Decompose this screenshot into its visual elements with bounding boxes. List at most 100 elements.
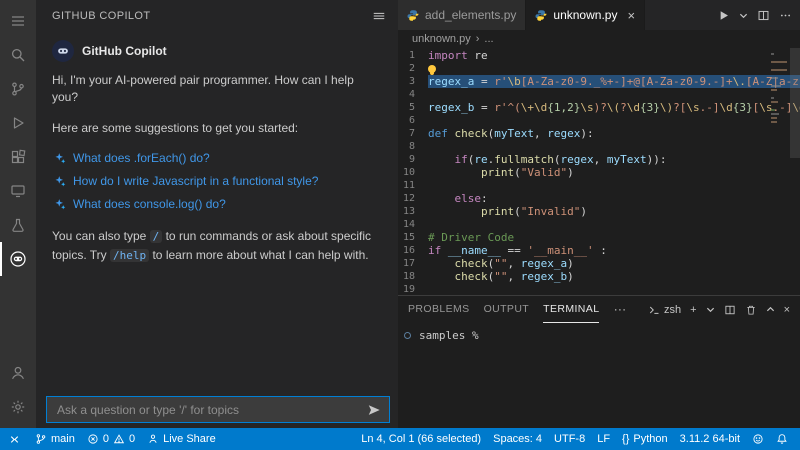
code-line[interactable]: 3 regex_a = r'\b[A-Za-z0-9._%+-]+@[A-Za-z… <box>398 75 800 88</box>
copilot-icon[interactable] <box>0 242 36 276</box>
tab-unknown[interactable]: unknown.py × <box>526 0 646 30</box>
line-content: regex_b = r'^(\+\d{1,2}\s)?\(?\d{3}\)?[\… <box>428 101 800 114</box>
more-actions-icon[interactable] <box>779 9 792 22</box>
command-decoration-icon <box>404 332 411 339</box>
breadcrumb-more[interactable]: ... <box>484 33 493 45</box>
code-line[interactable]: 12 else: <box>398 192 800 205</box>
panel-more-tabs-icon[interactable]: ⋯ <box>613 302 626 318</box>
tab-label: add_elements.py <box>425 8 517 22</box>
suggestion-functional-js[interactable]: How do I write Javascript in a functiona… <box>54 174 382 188</box>
line-number: 19 <box>402 284 415 295</box>
python-interpreter[interactable]: 3.11.2 64-bit <box>674 428 746 450</box>
settings-gear-icon[interactable] <box>0 390 36 424</box>
code-line[interactable]: 14 <box>398 218 800 231</box>
remote-window-icon[interactable] <box>0 428 29 450</box>
code-line[interactable]: 15 # Driver Code <box>398 231 800 244</box>
chat-footer: You can also type / to run commands or a… <box>52 227 382 265</box>
close-panel-icon[interactable]: × <box>784 304 790 316</box>
code-line[interactable]: 16 if __name__ == '__main__' : <box>398 244 800 257</box>
line-content: if __name__ == '__main__' : <box>428 244 607 257</box>
editor-group: add_elements.py unknown.py × unknown.py … <box>398 0 800 428</box>
slash-command: / <box>149 230 163 243</box>
line-content: check("", regex_a) <box>454 257 574 270</box>
tab-output[interactable]: OUTPUT <box>484 296 530 323</box>
remote-explorer-icon[interactable] <box>0 174 36 208</box>
line-number: 6 <box>408 115 415 126</box>
minimap[interactable] <box>771 51 788 129</box>
line-number: 15 <box>402 232 415 243</box>
code-line[interactable]: 5 regex_b = r'^(\+\d{1,2}\s)?\(?\d{3}\)?[… <box>398 101 800 114</box>
chat-input[interactable] <box>55 401 361 418</box>
code-line[interactable]: 4 <box>398 88 800 101</box>
line-number: 8 <box>408 141 415 152</box>
suggestion-foreach[interactable]: What does .forEach() do? <box>54 151 382 165</box>
split-terminal-icon[interactable] <box>724 304 736 316</box>
code-line[interactable]: 13 print("Invalid") <box>398 205 800 218</box>
line-number: 4 <box>408 89 415 100</box>
line-content: import re <box>428 49 488 62</box>
new-terminal-icon[interactable]: + <box>690 304 696 316</box>
code-line[interactable]: 10 print("Valid") <box>398 166 800 179</box>
live-share-button[interactable]: Live Share <box>141 428 222 450</box>
breadcrumb-file[interactable]: unknown.py <box>412 33 471 45</box>
account-icon[interactable] <box>0 356 36 390</box>
suggestion-console-log[interactable]: What does console.log() do? <box>54 197 382 211</box>
line-content <box>428 62 441 75</box>
close-tab-icon[interactable]: × <box>627 8 635 23</box>
cursor-position[interactable]: Ln 4, Col 1 (66 selected) <box>355 428 487 450</box>
run-file-icon[interactable] <box>717 9 730 22</box>
encoding[interactable]: UTF-8 <box>548 428 591 450</box>
activity-bar-bottom <box>0 356 36 428</box>
code-line[interactable]: 8 <box>398 140 800 153</box>
language-mode[interactable]: {} Python <box>616 428 674 450</box>
git-branch-button[interactable]: main <box>29 428 81 450</box>
indentation[interactable]: Spaces: 4 <box>487 428 548 450</box>
test-beaker-icon[interactable] <box>0 208 36 242</box>
eol-sequence[interactable]: LF <box>591 428 616 450</box>
status-left: main 0 0 Live Share <box>0 428 222 450</box>
feedback-icon[interactable] <box>746 428 770 450</box>
code-line[interactable]: 19 <box>398 283 800 295</box>
lightbulb-icon[interactable] <box>428 65 436 73</box>
line-number: 7 <box>408 128 415 139</box>
maximize-panel-chevron-icon[interactable] <box>766 305 775 314</box>
tab-terminal[interactable]: TERMINAL <box>543 296 600 323</box>
code-line[interactable]: 2 <box>398 62 800 75</box>
send-icon[interactable] <box>367 403 381 417</box>
terminal-profile-button[interactable]: zsh <box>648 304 681 316</box>
source-control-icon[interactable] <box>0 72 36 106</box>
run-debug-icon[interactable] <box>0 106 36 140</box>
code-editor[interactable]: 1 import re 2 3 regex_a = r'\b[A-Za-z0-9._%+… <box>398 48 800 295</box>
sidebar-more-actions-icon[interactable] <box>372 9 386 23</box>
code-line[interactable]: 6 <box>398 114 800 127</box>
suggestion-label: What does .forEach() do? <box>73 151 210 165</box>
tab-add-elements[interactable]: add_elements.py <box>398 0 527 30</box>
chat-author-name: GitHub Copilot <box>82 44 167 58</box>
problems-counter[interactable]: 0 0 <box>81 428 141 450</box>
trash-icon[interactable] <box>745 304 757 316</box>
code-line[interactable]: 1 import re <box>398 49 800 62</box>
breadcrumb[interactable]: unknown.py › ... <box>398 30 800 48</box>
code-line[interactable]: 7 def check(myText, regex): <box>398 127 800 140</box>
run-dropdown-chevron-icon[interactable] <box>739 11 748 20</box>
notifications-bell-icon[interactable] <box>770 428 794 450</box>
chevron-right-icon: › <box>475 33 480 45</box>
code-line[interactable]: 11 <box>398 179 800 192</box>
extensions-icon[interactable] <box>0 140 36 174</box>
code-line[interactable]: 17 check("", regex_a) <box>398 257 800 270</box>
line-number: 12 <box>402 193 415 204</box>
terminal-profile-label: zsh <box>664 303 682 316</box>
search-icon[interactable] <box>0 38 36 72</box>
code-line[interactable]: 9 if(re.fullmatch(regex, myText)): <box>398 153 800 166</box>
split-editor-icon[interactable] <box>757 9 770 22</box>
tab-problems[interactable]: PROBLEMS <box>408 296 470 323</box>
terminal-dropdown-chevron-icon[interactable] <box>706 305 715 314</box>
line-number: 3 <box>408 76 415 87</box>
sidebar-header: GITHUB COPILOT <box>36 0 398 32</box>
code-line[interactable]: 18 check("", regex_b) <box>398 270 800 283</box>
editor-scrollbar[interactable] <box>790 48 800 158</box>
menu-icon[interactable] <box>0 4 36 38</box>
line-number: 17 <box>402 258 415 269</box>
help-command[interactable]: /help <box>110 249 150 262</box>
terminal-line[interactable]: samples % <box>398 323 800 342</box>
